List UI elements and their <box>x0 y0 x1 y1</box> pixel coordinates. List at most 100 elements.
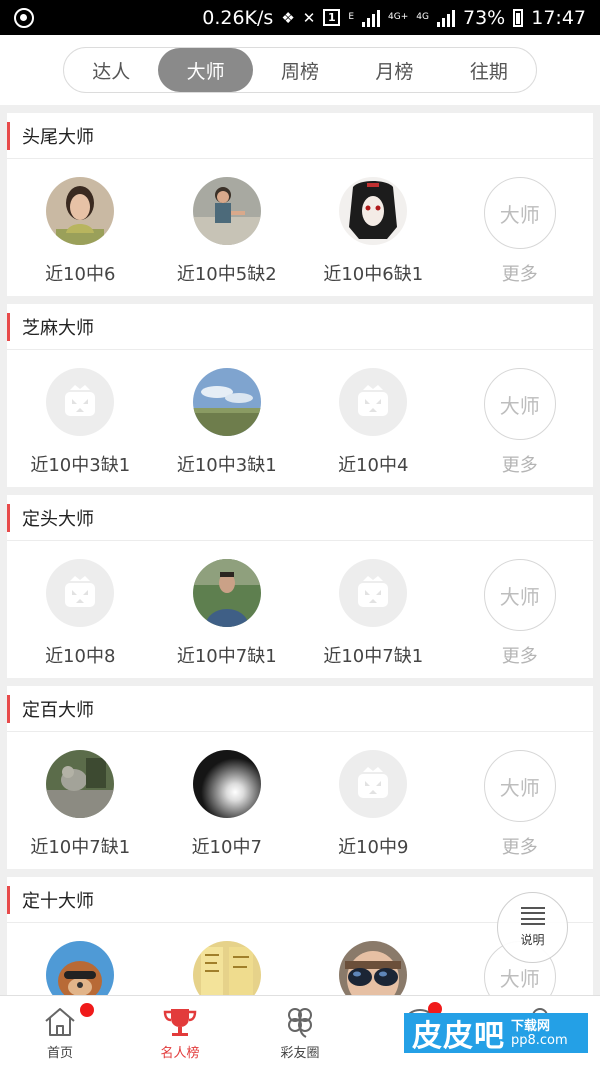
more-badge: 大师 <box>483 750 556 822</box>
explain-button[interactable]: 说明 <box>497 892 568 963</box>
avatar[interactable] <box>46 177 115 245</box>
more-masters-button[interactable]: 大师 更多 <box>447 350 594 487</box>
tab-dashi[interactable]: 大师 <box>158 48 253 92</box>
more-label: 更多 <box>501 837 538 858</box>
more-badge: 大师 <box>483 559 556 631</box>
master-row: 近10中8 近10中7缺1 近10中7缺1 大师更多 <box>7 541 593 678</box>
watermark-logo: 皮皮吧 下载网 pp8.com <box>404 1013 588 1054</box>
home-badge <box>80 1003 94 1017</box>
watermark-side: 下载网 pp8.com <box>511 1019 568 1048</box>
section-title: 芝麻大师 <box>7 304 593 350</box>
network-type-a: 4G+ <box>388 12 409 22</box>
status-right: 0.26K/s ❖ ✕ 1 E 4G+ 4G 73% 17:47 <box>202 7 586 29</box>
master-list[interactable]: 头尾大师 近10中6 近10中5缺2 近10中6缺1 大师 更多 芝麻大师 近10中3缺1 近1… <box>0 105 600 995</box>
hit-record-label: 近10中7缺1 <box>323 646 424 667</box>
nav-home-label: 首页 <box>46 1046 73 1061</box>
hit-record-label: 近10中9 <box>338 837 409 858</box>
master-card[interactable] <box>7 923 154 995</box>
tab-daren[interactable]: 达人 <box>64 48 158 92</box>
master-card[interactable] <box>154 923 301 995</box>
tab-monthly[interactable]: 月榜 <box>347 48 441 92</box>
master-card[interactable]: 近10中3缺1 <box>154 350 301 487</box>
battery-icon <box>513 8 524 27</box>
master-row: 近10中3缺1 近10中3缺1 近10中4 大师更多 <box>7 350 593 487</box>
master-section: 定百大师 近10中7缺1 近10中7 近10中9 大师更多 <box>7 686 593 869</box>
more-masters-button[interactable]: 大师 更多 <box>447 159 594 296</box>
home-icon <box>45 1008 75 1036</box>
master-card[interactable]: 近10中3缺1 <box>7 350 154 487</box>
more-label: 更多 <box>501 264 538 285</box>
watermark-main: 皮皮吧 <box>412 1019 505 1054</box>
master-card[interactable]: 近10中4 <box>300 350 447 487</box>
section-title: 定百大师 <box>7 686 593 732</box>
more-label: 更多 <box>501 455 538 476</box>
clock: 17:47 <box>531 6 586 29</box>
more-label: 更多 <box>501 646 538 667</box>
hit-record-label: 近10中5缺2 <box>176 264 277 285</box>
battery-percent: 73% <box>463 6 506 29</box>
avatar[interactable] <box>339 750 408 818</box>
network-type-c: 4G <box>416 12 429 22</box>
mute-icon: ✕ <box>302 8 316 27</box>
explain-label: 说明 <box>520 933 545 947</box>
nav-home[interactable]: 首页 <box>0 996 120 1067</box>
section-title: 头尾大师 <box>7 113 593 159</box>
sim-icon: 1 <box>323 9 341 26</box>
more-badge: 大师 <box>483 368 556 440</box>
nav-celebrity[interactable]: 名人榜 <box>120 996 240 1067</box>
avatar[interactable] <box>46 941 115 995</box>
hit-record-label: 近10中3缺1 <box>176 455 277 476</box>
edge-icon: E <box>348 12 355 22</box>
avatar[interactable] <box>192 941 261 995</box>
nav-circle[interactable]: 彩友圈 <box>240 996 360 1067</box>
master-card[interactable]: 近10中7缺1 <box>7 732 154 869</box>
top-bar: 达人 大师 周榜 月榜 往期 <box>0 35 600 105</box>
avatar[interactable] <box>339 368 408 436</box>
signal-icon-2 <box>437 9 455 27</box>
battery-saver-icon: ❖ <box>281 8 295 27</box>
avatar[interactable] <box>46 750 115 818</box>
master-card[interactable]: 近10中7 <box>154 732 301 869</box>
avatar[interactable] <box>192 559 261 627</box>
more-masters-button[interactable]: 大师 更多 <box>447 541 594 678</box>
nav-celebrity-label: 名人榜 <box>160 1046 200 1061</box>
master-row: 近10中6 近10中5缺2 近10中6缺1 大师更多 <box>7 159 593 296</box>
more-masters-button[interactable]: 大师 更多 <box>447 732 594 869</box>
section-title: 定头大师 <box>7 495 593 541</box>
watermark-top: 下载网 <box>511 1018 551 1034</box>
master-card[interactable] <box>300 923 447 995</box>
avatar[interactable] <box>339 559 408 627</box>
hit-record-label: 近10中3缺1 <box>30 455 131 476</box>
master-card[interactable]: 近10中7缺1 <box>154 541 301 678</box>
ranking-tabs: 达人 大师 周榜 月榜 往期 <box>63 47 537 93</box>
master-card[interactable]: 近10中7缺1 <box>300 541 447 678</box>
avatar[interactable] <box>46 559 115 627</box>
avatar[interactable] <box>339 941 408 995</box>
hit-record-label: 近10中6缺1 <box>323 264 424 285</box>
more-badge: 大师 <box>483 177 556 249</box>
master-section: 芝麻大师近10中3缺1 近10中3缺1 近10中4 大师更多 <box>7 304 593 487</box>
avatar[interactable] <box>192 177 261 245</box>
clover-icon <box>288 1008 312 1038</box>
master-card[interactable]: 近10中5缺2 <box>154 159 301 296</box>
avatar[interactable] <box>339 177 408 245</box>
master-card[interactable]: 近10中9 <box>300 732 447 869</box>
avatar[interactable] <box>192 750 261 818</box>
avatar[interactable] <box>46 368 115 436</box>
master-card[interactable]: 近10中8 <box>7 541 154 678</box>
tab-weekly[interactable]: 周榜 <box>253 48 347 92</box>
tab-past[interactable]: 往期 <box>442 48 536 92</box>
master-card[interactable]: 近10中6 <box>7 159 154 296</box>
avatar[interactable] <box>192 368 261 436</box>
master-card[interactable]: 近10中6缺1 <box>300 159 447 296</box>
hit-record-label: 近10中4 <box>338 455 409 476</box>
watermark-bottom: pp8.com <box>511 1032 568 1048</box>
trophy-icon <box>163 1009 197 1036</box>
network-speed: 0.26K/s <box>202 6 274 29</box>
hit-record-label: 近10中8 <box>45 646 116 667</box>
master-row: 近10中7缺1 近10中7 近10中9 大师更多 <box>7 732 593 869</box>
hit-record-label: 近10中7 <box>191 837 262 858</box>
hit-record-label: 近10中6 <box>45 264 116 285</box>
app-notification-icon <box>14 7 34 28</box>
master-section: 头尾大师近10中6 近10中5缺2 近10中6缺1 大师更多 <box>7 113 593 296</box>
